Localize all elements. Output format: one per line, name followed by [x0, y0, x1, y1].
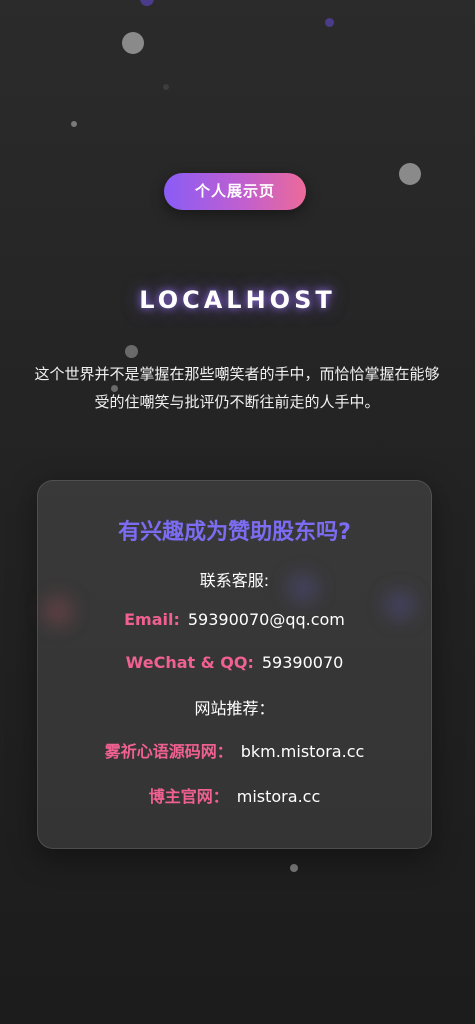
sponsor-card: 有兴趣成为赞助股东吗? 联系客服: Email: 59390070@qq.com … — [37, 480, 432, 849]
contact-heading: 联系客服: — [199, 571, 270, 590]
site1-link[interactable]: bkm.mistora.cc — [241, 742, 365, 761]
background-bubble — [325, 18, 334, 27]
motto-quote: 这个世界并不是掌握在那些嘲笑者的手中，而恰恰掌握在能够受的住嘲笑与批评仍不断往前… — [34, 365, 440, 411]
site-link-row-2: 博主官网： mistora.cc — [38, 783, 431, 807]
site-brand-title: LOCALHOST — [139, 286, 336, 314]
background-bubble — [163, 84, 169, 90]
background-bubble — [290, 864, 298, 872]
contact-heading-row: 联系客服: — [38, 567, 431, 591]
email-value[interactable]: 59390070@qq.com — [188, 610, 345, 629]
email-label: Email: — [124, 610, 180, 629]
site2-link[interactable]: mistora.cc — [237, 787, 321, 806]
site-link-row-1: 雾祈心语源码网： bkm.mistora.cc — [38, 738, 431, 762]
sponsor-card-title: 有兴趣成为赞助股东吗? — [118, 520, 351, 545]
wechat-label: WeChat & QQ: — [125, 653, 254, 672]
page-badge[interactable]: 个人展示页 — [164, 173, 306, 210]
background-bubble — [125, 345, 138, 358]
sites-heading: 网站推荐： — [194, 699, 275, 718]
sites-heading-row: 网站推荐： — [38, 695, 431, 719]
wechat-value[interactable]: 59390070 — [262, 653, 343, 672]
email-row: Email: 59390070@qq.com — [38, 610, 431, 629]
wechat-row: WeChat & QQ: 59390070 — [38, 653, 431, 672]
background-bubble — [399, 163, 421, 185]
background-bubble — [71, 121, 77, 127]
site1-label: 雾祈心语源码网： — [104, 742, 233, 761]
background-bubble — [140, 0, 154, 6]
background-bubble — [122, 32, 144, 54]
site2-label: 博主官网： — [148, 787, 229, 806]
